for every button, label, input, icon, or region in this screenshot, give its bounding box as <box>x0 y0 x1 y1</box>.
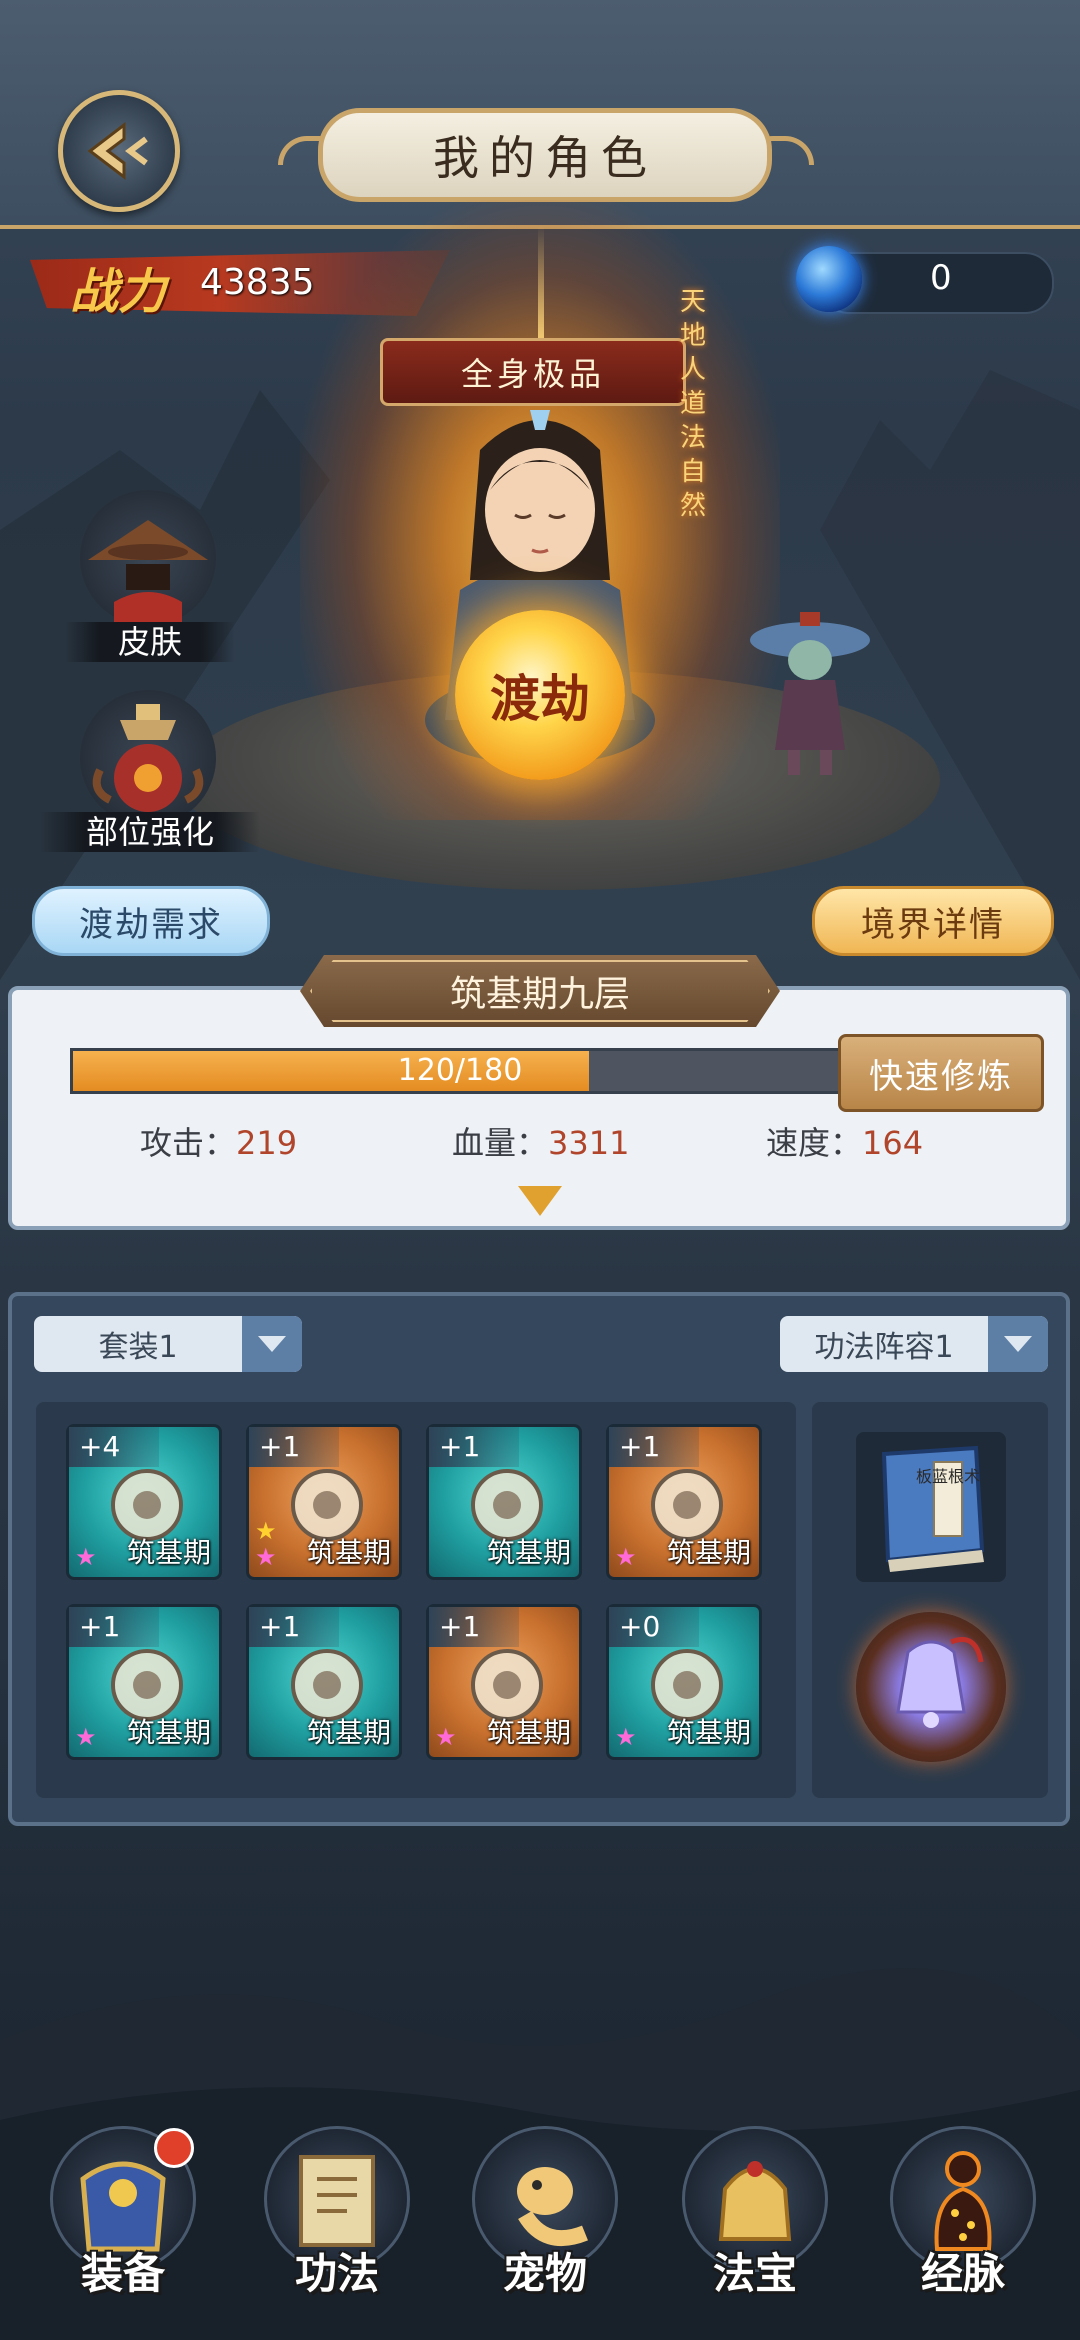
stat-hp-label: 血量： <box>452 1124 549 1162</box>
slot-level: +1 <box>429 1607 519 1647</box>
chevron-down-icon <box>242 1316 302 1372</box>
page-title: 我的角色 <box>318 108 772 202</box>
skin-button[interactable] <box>80 490 216 626</box>
pink-star-icon: ★ <box>615 1543 637 1571</box>
stat-speed-value: 164 <box>862 1124 924 1162</box>
slot-level: +0 <box>609 1607 699 1647</box>
realm-details-button[interactable]: 境界详情 <box>812 886 1054 956</box>
nav-equipment-label: 装备 <box>80 2249 165 2298</box>
pink-star-icon: ★ <box>255 1543 277 1571</box>
tribulation-requirements-button[interactable]: 渡劫需求 <box>32 886 270 956</box>
slot-stage: 筑基期 <box>126 1716 211 1749</box>
slot-level: +4 <box>69 1427 159 1467</box>
skin-icon <box>80 490 216 626</box>
stat-hp-value: 3311 <box>548 1124 630 1162</box>
slot-stage: 筑基期 <box>486 1536 571 1569</box>
equipment-slot-ring[interactable]: +0 筑基期 ★ <box>606 1604 762 1760</box>
stat-speed-label: 速度： <box>766 1124 863 1162</box>
chevron-down-icon <box>988 1316 1048 1372</box>
slot-level: +1 <box>249 1427 339 1467</box>
slot-level: +1 <box>249 1607 339 1647</box>
set-dropdown[interactable]: 套装1 <box>34 1316 302 1372</box>
stat-speed: 速度：164 <box>766 1118 923 1164</box>
cultivation-progress-text: 120/180 <box>397 1053 523 1088</box>
nav-treasures[interactable]: 法宝 <box>680 2126 830 2301</box>
stat-attack: 攻击：219 <box>140 1118 297 1164</box>
nav-skills-label: 功法 <box>294 2249 379 2298</box>
skin-label: 皮肤 <box>65 622 235 662</box>
nav-pets-label: 宠物 <box>502 2249 587 2298</box>
pink-star-icon: ★ <box>615 1723 637 1751</box>
nav-pets[interactable]: 宠物 <box>470 2126 620 2301</box>
spirit-orb-icon <box>796 246 862 312</box>
slot-level: +1 <box>609 1427 699 1467</box>
notification-badge <box>154 2128 194 2168</box>
expand-chevron-icon[interactable] <box>518 1186 562 1216</box>
slot-stage: 筑基期 <box>306 1716 391 1749</box>
stat-attack-value: 219 <box>236 1124 298 1162</box>
slot-stage: 筑基期 <box>666 1716 751 1749</box>
nav-skills[interactable]: 功法 <box>262 2126 412 2301</box>
tribulation-button[interactable]: 渡劫 <box>455 610 625 780</box>
equipment-slot-boots[interactable]: +1 筑基期 ★ <box>606 1424 762 1580</box>
stat-attack-label: 攻击： <box>140 1124 237 1162</box>
slot-stage: 筑基期 <box>306 1536 391 1569</box>
companion-figure <box>750 612 870 775</box>
slot-stage: 筑基期 <box>486 1716 571 1749</box>
set-dropdown-label: 套装1 <box>98 1330 178 1365</box>
nav-meridians[interactable]: 经脉 <box>888 2126 1038 2301</box>
nav-meridians-label: 经脉 <box>920 2249 1005 2298</box>
equipment-slot-skull-helmet[interactable]: +1 筑基期 <box>426 1424 582 1580</box>
enhance-button[interactable] <box>80 690 216 826</box>
equipment-slot-necklace[interactable]: +1 筑基期 ★ <box>66 1604 222 1760</box>
enhance-label: 部位强化 <box>40 812 260 852</box>
cauldron-icon <box>80 690 216 826</box>
book-title: 板蓝根术 <box>916 1467 980 1486</box>
currency-value: 0 <box>930 258 952 298</box>
equipment-slot-bracelet[interactable]: +1 筑基期 ★ <box>426 1604 582 1760</box>
equipment-slot-armor[interactable]: +1 筑基期 ★ ★ <box>246 1424 402 1580</box>
slot-level: +1 <box>69 1607 159 1647</box>
power-value: 43835 <box>200 262 315 303</box>
nav-treasures-label: 法宝 <box>712 2249 797 2298</box>
slot-stage: 筑基期 <box>126 1536 211 1569</box>
pink-star-icon: ★ <box>75 1723 97 1751</box>
bell-icon <box>896 1637 984 1728</box>
magic-bell-treasure[interactable] <box>856 1612 1006 1762</box>
slot-level: +1 <box>429 1427 519 1467</box>
equipment-slot-belt[interactable]: +1 筑基期 <box>246 1604 402 1760</box>
quick-cultivate-button[interactable]: 快速修炼 <box>838 1034 1044 1112</box>
slot-stage: 筑基期 <box>666 1536 751 1569</box>
gold-star-icon: ★ <box>255 1517 277 1545</box>
vertical-inscription: 天地人道法自然 <box>680 287 707 521</box>
power-label: 战力 <box>70 264 167 320</box>
back-button[interactable] <box>58 90 180 212</box>
pink-star-icon: ★ <box>75 1543 97 1571</box>
stat-hp: 血量：3311 <box>452 1118 629 1164</box>
back-arrow-icon <box>87 121 148 181</box>
skill-dropdown-label: 功法阵容1 <box>814 1330 954 1365</box>
realm-title-frame <box>310 960 770 1022</box>
pink-star-icon: ★ <box>435 1723 457 1751</box>
book-icon: 板蓝根术 <box>881 1445 985 1572</box>
sword-light <box>538 225 544 355</box>
skill-lineup-dropdown[interactable]: 功法阵容1 <box>780 1316 1048 1372</box>
skill-book[interactable]: 板蓝根术 <box>856 1432 1006 1582</box>
equipment-slot-dagger[interactable]: +4 筑基期 ★ <box>66 1424 222 1580</box>
